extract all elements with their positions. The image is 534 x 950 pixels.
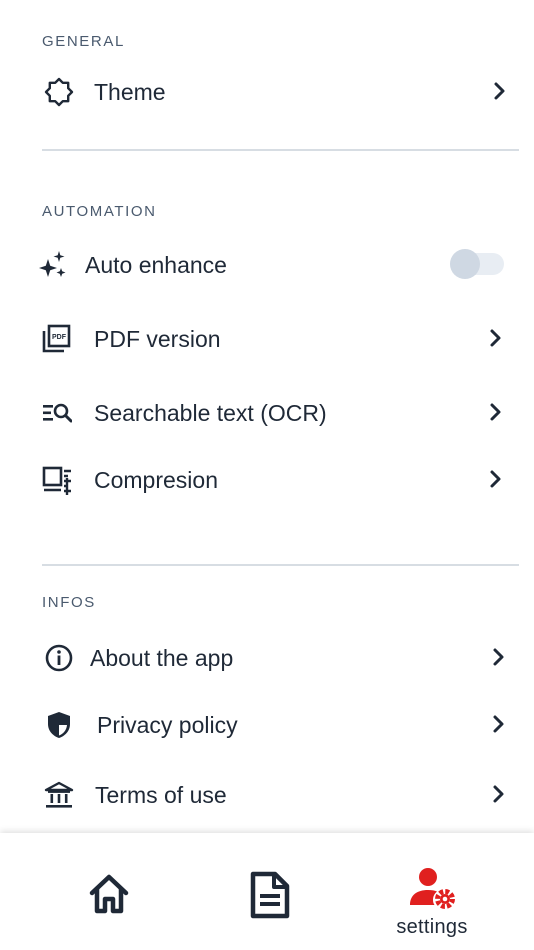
info-icon — [45, 644, 73, 672]
about-app-row[interactable]: About the app — [0, 629, 534, 685]
toggle-knob — [450, 249, 480, 279]
chevron-right-icon — [493, 715, 504, 733]
sparkles-icon — [39, 251, 66, 277]
compression-label: Compresion — [94, 467, 218, 493]
ocr-row[interactable]: Searchable text (OCR) — [0, 384, 534, 440]
pdf-icon: PDF — [42, 324, 71, 353]
nav-home[interactable] — [60, 833, 156, 950]
theme-label: Theme — [94, 79, 166, 105]
institution-icon — [44, 781, 74, 808]
auto-enhance-row: Auto enhance — [0, 236, 534, 292]
terms-of-use-label: Terms of use — [95, 782, 227, 808]
terms-of-use-row[interactable]: Terms of use — [0, 766, 534, 822]
chevron-right-icon — [490, 470, 501, 488]
divider — [42, 564, 519, 566]
theme-icon — [44, 77, 74, 107]
privacy-policy-label: Privacy policy — [97, 712, 238, 738]
chevron-right-icon — [494, 82, 505, 100]
divider — [42, 149, 519, 151]
section-label-automation: AUTOMATION — [42, 203, 157, 220]
chevron-right-icon — [493, 648, 504, 666]
section-label-general: GENERAL — [42, 33, 125, 50]
auto-enhance-label: Auto enhance — [85, 252, 227, 278]
shield-icon — [48, 712, 70, 738]
home-icon — [89, 874, 129, 914]
svg-text:PDF: PDF — [52, 334, 67, 341]
ocr-label: Searchable text (OCR) — [94, 400, 327, 426]
theme-setting-row[interactable]: Theme — [0, 63, 534, 119]
chevron-right-icon — [490, 329, 501, 347]
pdf-version-row[interactable]: PDF PDF version — [0, 310, 534, 366]
section-label-infos: INFOS — [42, 594, 96, 611]
document-icon — [250, 871, 290, 919]
pdf-version-label: PDF version — [94, 326, 221, 352]
chevron-right-icon — [493, 785, 504, 803]
chevron-right-icon — [490, 403, 501, 421]
search-text-icon — [43, 403, 72, 423]
about-app-label: About the app — [90, 645, 234, 671]
compression-row[interactable]: Compresion — [0, 451, 534, 507]
nav-documents[interactable] — [222, 833, 318, 950]
bottom-navigation: settings — [0, 833, 534, 950]
privacy-policy-row[interactable]: Privacy policy — [0, 696, 534, 752]
auto-enhance-toggle[interactable] — [450, 249, 504, 279]
compression-icon — [42, 466, 71, 495]
nav-settings-label: settings — [396, 916, 468, 938]
user-settings-icon — [410, 868, 455, 909]
nav-settings[interactable]: settings — [382, 833, 482, 950]
